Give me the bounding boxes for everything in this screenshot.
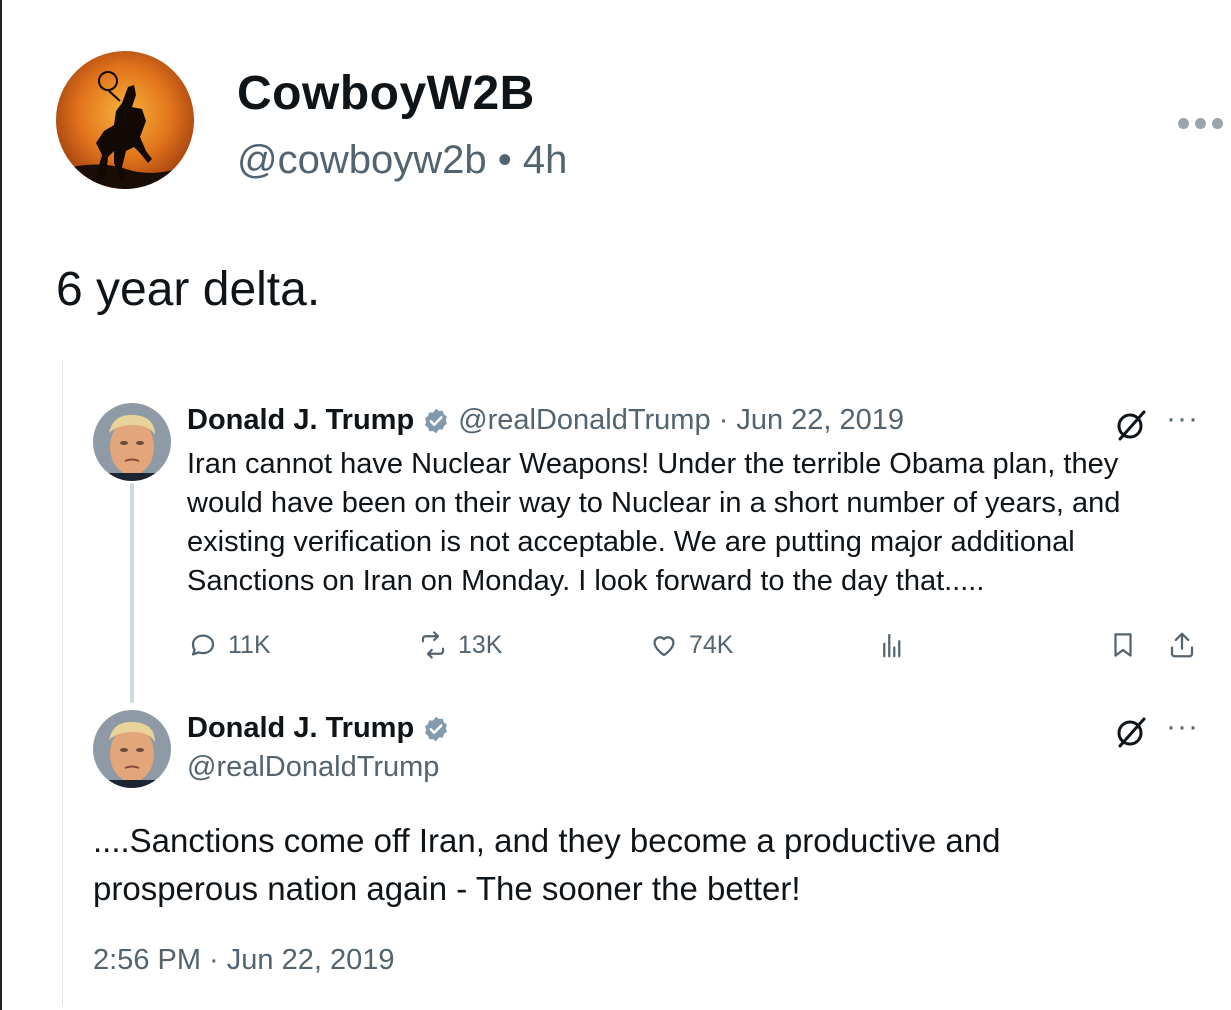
- reply-button[interactable]: 11K: [188, 630, 271, 660]
- verified-badge-icon: [425, 716, 448, 741]
- verified-badge-icon: [425, 408, 448, 433]
- repost-count: 13K: [458, 630, 503, 659]
- tweet1-text: Iran cannot have Nuclear Weapons! Under …: [187, 448, 1121, 597]
- more-options-button[interactable]: [1178, 111, 1231, 135]
- reply-count: 11K: [228, 630, 271, 659]
- tweet2-handle[interactable]: @realDonaldTrump: [187, 751, 439, 784]
- page-left-border: [0, 0, 2, 1010]
- tweet1-action-bar: 11K 13K 74K: [0, 630, 1231, 670]
- author-handle-and-age: @cowboyw2b • 4h: [237, 138, 567, 183]
- grok-icon[interactable]: [1114, 715, 1148, 749]
- tweet2-timestamp[interactable]: 2:56 PM · Jun 22, 2019: [93, 944, 394, 977]
- author-handle[interactable]: @cowboyw2b: [237, 138, 487, 182]
- tweet1-header: Donald J. Trump @realDonaldTrump · Jun 2…: [187, 404, 904, 437]
- tweet1-more-icon[interactable]: ···: [1166, 402, 1199, 436]
- trump-avatar[interactable]: [93, 403, 171, 481]
- tweet2-header: Donald J. Trump: [187, 712, 450, 745]
- tweet2-display-name[interactable]: Donald J. Trump: [187, 712, 414, 745]
- reply-icon: [191, 634, 215, 656]
- meta-separator: •: [497, 138, 512, 182]
- bookmark-icon: [1114, 633, 1132, 657]
- more-dot: [1195, 117, 1206, 129]
- post-text: 6 year delta.: [56, 263, 321, 316]
- like-count: 74K: [689, 630, 734, 659]
- bookmark-button[interactable]: [1108, 630, 1138, 660]
- share-button[interactable]: [1167, 630, 1197, 660]
- thread-connector-line: [130, 483, 134, 703]
- tweet1-handle-date[interactable]: @realDonaldTrump · Jun 22, 2019: [458, 404, 904, 437]
- trump-avatar[interactable]: [93, 710, 171, 788]
- repost-button[interactable]: 13K: [418, 630, 502, 660]
- views-button[interactable]: [878, 630, 908, 660]
- post-age[interactable]: 4h: [523, 138, 568, 182]
- tweet2-more-icon[interactable]: ···: [1166, 710, 1199, 744]
- share-icon: [1170, 632, 1194, 658]
- repost-icon: [421, 631, 445, 659]
- like-icon: [653, 636, 675, 657]
- like-button[interactable]: 74K: [649, 630, 733, 660]
- quote-card-border: [62, 360, 63, 1005]
- more-dot: [1178, 117, 1189, 129]
- views-icon: [883, 633, 901, 658]
- tweet1-display-name[interactable]: Donald J. Trump: [187, 404, 414, 437]
- author-display-name[interactable]: CowboyW2B: [237, 66, 535, 121]
- cowboy-avatar[interactable]: [56, 51, 194, 189]
- tweet2-text: ....Sanctions come off Iran, and they be…: [93, 822, 1001, 907]
- more-dot: [1212, 117, 1223, 129]
- grok-icon[interactable]: [1114, 408, 1148, 442]
